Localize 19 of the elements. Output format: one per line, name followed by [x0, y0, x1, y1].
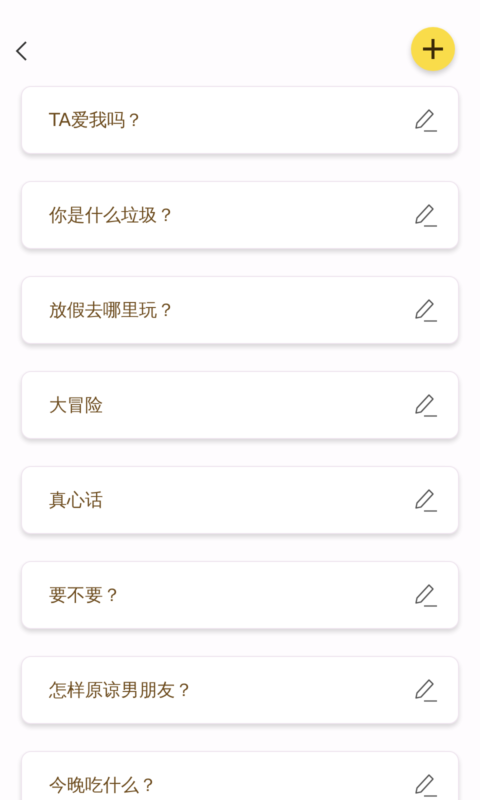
question-title: 今晚吃什么？ [49, 774, 157, 797]
question-title: TA爱我吗？ [49, 109, 143, 132]
question-card[interactable]: 今晚吃什么？ [21, 751, 459, 800]
question-title: 怎样原谅男朋友？ [49, 679, 193, 702]
add-button[interactable] [411, 27, 455, 71]
question-title: 真心话 [49, 489, 103, 512]
question-card[interactable]: 怎样原谅男朋友？ [21, 656, 459, 724]
back-icon [14, 40, 28, 62]
question-card[interactable]: 大冒险 [21, 371, 459, 439]
question-title: 放假去哪里玩？ [49, 299, 175, 322]
question-title: 大冒险 [49, 394, 103, 417]
question-card[interactable]: TA爱我吗？ [21, 86, 459, 154]
question-card[interactable]: 你是什么垃圾？ [21, 181, 459, 249]
plus-icon [422, 38, 444, 60]
question-card[interactable]: 要不要？ [21, 561, 459, 629]
question-title: 你是什么垃圾？ [49, 204, 175, 227]
question-card[interactable]: 真心话 [21, 466, 459, 534]
question-card[interactable]: 放假去哪里玩？ [21, 276, 459, 344]
question-title: 要不要？ [49, 584, 121, 607]
